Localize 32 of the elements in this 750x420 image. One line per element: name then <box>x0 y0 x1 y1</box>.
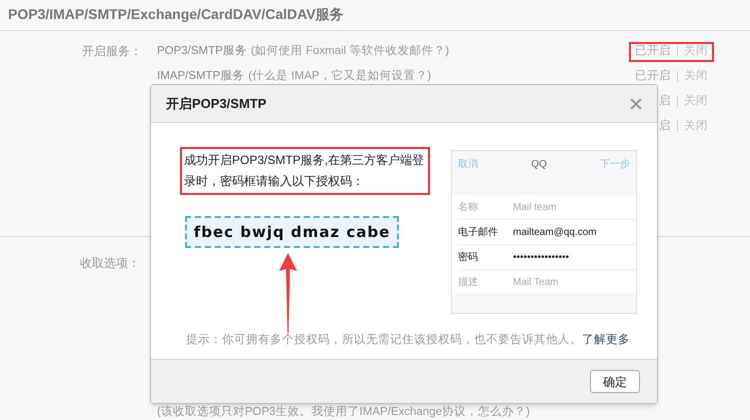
close-service-link[interactable]: 关闭 <box>684 68 708 86</box>
close-service-link[interactable]: 关闭 <box>684 42 708 60</box>
close-service-link[interactable]: 关闭 <box>684 92 708 110</box>
preview-title: QQ <box>531 158 547 172</box>
section-title: POP3/IMAP/SMTP/Exchange/CardDAV/CalDAV服务 <box>8 5 345 24</box>
status-text: 已开启 <box>635 44 671 59</box>
help-link[interactable]: (什么是 IMAP，它又是如何设置？) <box>248 68 432 86</box>
field-label: 密码 <box>458 250 479 264</box>
field-value: Mail Team <box>513 276 558 290</box>
help-link[interactable]: (如何使用 Foxmail 等软件收发邮件？) <box>250 42 450 60</box>
service-name: IMAP/SMTP服务 <box>157 68 244 84</box>
dialog-title: 开启POP3/SMTP <box>166 94 266 113</box>
field-label: 开启服务： <box>81 43 143 60</box>
auth-code: fbec bwjq dmaz cabe <box>185 216 399 248</box>
field-label: 名称 <box>458 200 479 214</box>
confirm-button[interactable]: 确定 <box>590 370 640 393</box>
field-value: Mail team <box>513 200 556 214</box>
status-text: 启 <box>659 94 671 109</box>
learn-more-link[interactable]: 了解更多 <box>582 332 630 350</box>
hint-text: 提示：你可拥有多个授权码，所以无需记住该授权码，也不要告诉其他人。 <box>186 332 582 348</box>
field-label: 收取选项： <box>80 255 140 271</box>
receive-note: (该收取选项只对POP3生效。我使用了IMAP/Exchange协议，怎么办？) <box>157 405 530 420</box>
service-name: POP3/SMTP服务 <box>157 44 247 59</box>
status-text: 启 <box>659 118 671 134</box>
instruction-text: 成功开启POP3/SMTP服务,在第三方客户端登录时，密码框请输入以下授权码： <box>180 147 430 195</box>
field-value: •••••••••••••••• <box>513 250 570 264</box>
close-service-link[interactable]: 关闭 <box>684 118 708 136</box>
status-text: 已开启 <box>635 68 671 84</box>
field-label: 电子邮件 <box>458 226 499 240</box>
field-value: mailteam@qq.com <box>513 226 597 240</box>
field-label: 描述 <box>458 276 479 290</box>
close-icon[interactable] <box>630 98 642 110</box>
